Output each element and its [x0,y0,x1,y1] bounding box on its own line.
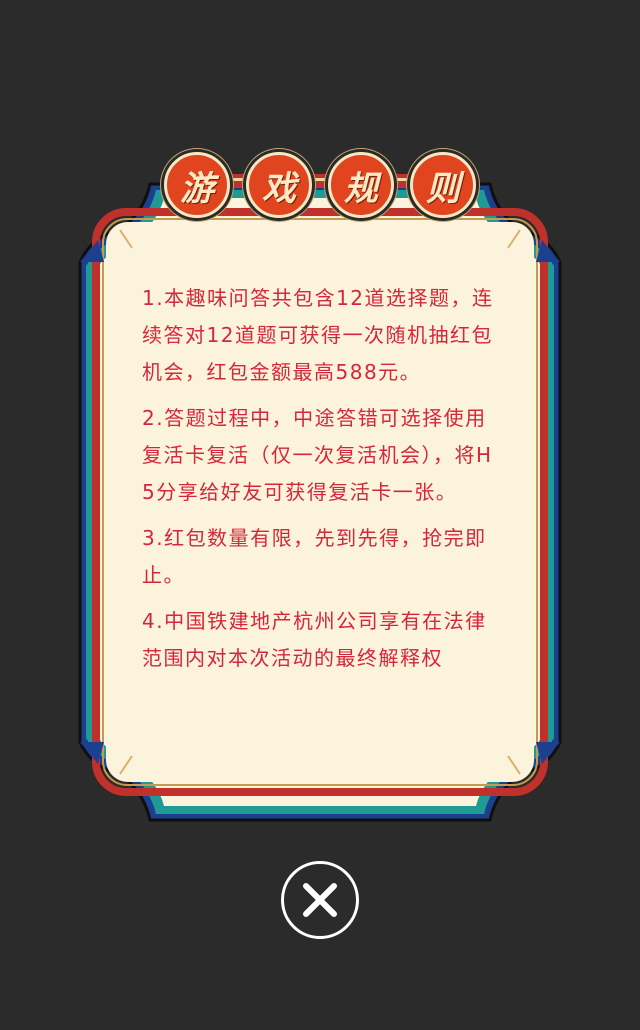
rule-item-4: 4.中国铁建地产杭州公司享有在法律范围内对本次活动的最终解释权 [142,609,487,670]
close-icon [303,883,337,917]
close-button[interactable] [281,861,359,939]
title-char-3: 规 [328,152,394,218]
dialog-title: 游 戏 规 则 [164,152,476,220]
title-char-1: 游 [164,152,230,218]
rule-item-3: 3.红包数量有限，先到先得，抢完即止。 [142,526,487,587]
rule-item-2: 2.答题过程中，中途答错可选择使用复活卡复活（仅一次复活机会），将H5分享给好友… [142,406,493,504]
rules-list: 1.本趣味问答共包含12道选择题，连续答对12道题可获得一次随机抽红包机会，红包… [142,280,502,686]
rule-item-1: 1.本趣味问答共包含12道选择题，连续答对12道题可获得一次随机抽红包机会，红包… [142,286,494,384]
title-char-2: 戏 [246,152,312,218]
title-char-4: 则 [410,152,476,218]
